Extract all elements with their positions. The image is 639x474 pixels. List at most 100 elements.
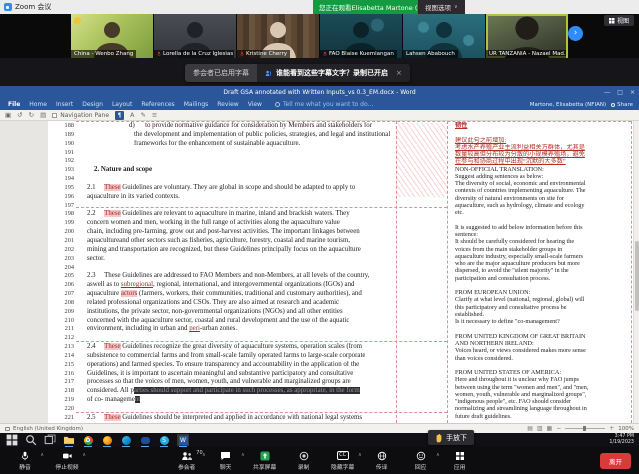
start-button[interactable] — [6, 434, 18, 446]
toolbar-item-participants[interactable]: 参会者70∧ — [174, 451, 200, 471]
edge-icon[interactable] — [120, 434, 132, 446]
view-button[interactable]: 视图 — [604, 15, 634, 26]
print-layout-icon[interactable]: ▥ — [537, 425, 543, 432]
word-titlebar: Draft GSA annotated with Written Inputs_… — [0, 86, 639, 99]
language-status[interactable]: English (United Kingdom) — [5, 426, 83, 432]
doc-line: 194 — [56, 175, 402, 184]
participant-tile[interactable]: Lorella de la Cruz Iglesias — [154, 14, 236, 58]
comment-line: It is suggested to add below information… — [455, 224, 631, 231]
toolbar-item-share-screen[interactable]: 共享屏幕 — [252, 451, 278, 471]
doc-line: 217processes so that the voices of men, … — [56, 378, 402, 387]
comment-line: normalizing and streamlining language th… — [455, 405, 631, 412]
zoom-in-icon[interactable]: + — [609, 425, 614, 432]
chrome-icon[interactable] — [82, 434, 94, 446]
ribbon-tab-view[interactable]: View — [248, 101, 262, 108]
doc-line: 210concerned with the aquaculture sector… — [56, 317, 402, 326]
highlight-tool-button[interactable]: ¶ — [115, 111, 124, 120]
task-view-icon[interactable] — [44, 434, 56, 446]
firefox-icon[interactable] — [101, 434, 113, 446]
comment-line: FROM UNITED KINGDOM OF GREAT BRITAIN — [455, 333, 631, 340]
comment-line: NON-OFFICIAL TRANSLATION: — [455, 166, 631, 173]
pen-icon[interactable]: ✎ — [140, 111, 145, 119]
doc-line-text: 2.1 These Guidelines are voluntary. They… — [87, 184, 355, 193]
minimize-icon[interactable]: ― — [604, 89, 610, 96]
grid-view-icon — [609, 18, 615, 24]
navigation-pane-toggle[interactable]: Navigation Pane — [52, 112, 109, 119]
taskbar-clock[interactable]: 3:47 PM 1/19/2023 — [609, 434, 634, 445]
toolbar-item-record[interactable]: 录制 — [291, 451, 317, 471]
chevron-up-icon[interactable]: ∧ — [82, 452, 86, 458]
doc-line-text: 2.4 These Guidelines recognize the great… — [87, 343, 362, 352]
participant-tile[interactable]: UR TANZANIA - Nazael Mad... — [486, 14, 568, 58]
ribbon-tab-home[interactable]: Home — [29, 101, 47, 108]
participant-tile[interactable]: Lahsen Ababouch — [403, 14, 485, 58]
redo-icon[interactable]: ↻ — [29, 111, 34, 119]
doc-line-text: mining and transportation are recognized… — [87, 246, 361, 255]
toolbar-item-reactions[interactable]: 回应∧ — [408, 451, 434, 471]
onedrive-icon[interactable] — [139, 434, 151, 446]
chevron-up-icon[interactable]: ∧ — [241, 452, 245, 458]
table-border — [447, 121, 448, 423]
search-icon[interactable] — [25, 434, 37, 446]
caption-toast: 参会者已启用字幕 谁能看到这些字幕文字？录制已开启 × — [185, 64, 410, 82]
scrollbar[interactable] — [633, 121, 639, 423]
view-options-dropdown[interactable]: 视图选项 ∨ — [418, 0, 465, 14]
tell-me-box[interactable]: Tell me what you want to do... — [275, 101, 373, 108]
zoom-slider[interactable] — [565, 428, 605, 429]
ribbon-tab-insert[interactable]: Insert — [56, 101, 73, 108]
line-number: 214 — [56, 352, 74, 361]
toolbar-item-globe[interactable]: 传译 — [369, 451, 395, 471]
ribbon-tab-layout[interactable]: Layout — [112, 101, 132, 108]
toolbar-item-apps[interactable]: 应用 — [447, 451, 473, 471]
skype-icon[interactable]: S — [158, 434, 170, 446]
scrollbar-thumb[interactable] — [635, 241, 639, 311]
speaker-person-icon — [265, 70, 272, 77]
toolbar-item-cc[interactable]: CC隐藏字幕∧ — [330, 451, 356, 471]
next-participants-button[interactable]: › — [568, 26, 583, 41]
ribbon-tab-file[interactable]: File — [8, 101, 20, 108]
doc-line-text: institutions, the private sector, non-go… — [87, 308, 343, 317]
toolbar-item-camera[interactable]: 停止视频∧ — [54, 451, 80, 471]
lower-hand-label: 手放下 — [446, 433, 467, 443]
participant-tile[interactable]: FAO Blaise Kuemlangan — [320, 14, 402, 58]
web-layout-icon[interactable]: ▦ — [547, 425, 553, 432]
list-icon[interactable]: ≡ — [152, 111, 157, 119]
chevron-up-icon[interactable]: ∧ — [436, 452, 440, 458]
participant-tile[interactable]: China - Wenbo Zhang — [71, 14, 153, 58]
tell-me-label: Tell me what you want to do... — [283, 101, 373, 108]
read-mode-icon[interactable]: ▤ — [527, 425, 533, 432]
word-icon[interactable]: W — [177, 434, 189, 446]
leave-button[interactable]: 离开 — [600, 453, 631, 469]
maximize-icon[interactable]: □ — [617, 89, 623, 96]
lower-hand-button[interactable]: 手放下 — [428, 430, 474, 445]
toolbar-item-chat[interactable]: 聊天∧ — [213, 451, 239, 471]
chevron-up-icon[interactable]: ∧ — [358, 452, 362, 458]
undo-icon[interactable]: ↺ — [17, 111, 22, 119]
close-icon[interactable]: × — [396, 69, 402, 77]
comment-line: 数量较高但分布较为分散的小规模养殖场，避免 — [455, 151, 631, 158]
document-page[interactable]: 188d) to provide normative guidance for … — [48, 121, 633, 423]
toolbar-item-mic[interactable]: 静音∧ — [12, 451, 38, 471]
zoom-out-icon[interactable]: − — [556, 425, 561, 432]
ribbon-tab-references[interactable]: References — [141, 101, 174, 108]
close-window-icon[interactable]: × — [630, 89, 635, 96]
ribbon-tab-mailings[interactable]: Mailings — [184, 101, 209, 108]
file-explorer-icon[interactable] — [63, 434, 75, 446]
zoom-percent[interactable]: 100% — [618, 426, 634, 432]
ribbon-tab-design[interactable]: Design — [82, 101, 103, 108]
zoom-slider-knob[interactable] — [583, 426, 586, 431]
chevron-up-icon[interactable]: ∧ — [202, 452, 206, 458]
share-button[interactable]: Share — [611, 102, 633, 108]
zoom-toolbar: 静音∧ 停止视频∧ 参会者70∧ 聊天∧ 共享屏幕录制 CC隐藏字幕∧ 传译回应∧ 应用 离… — [0, 447, 639, 474]
lightbulb-icon — [275, 102, 280, 107]
font-icon[interactable]: A — [130, 111, 134, 119]
line-number: 218 — [56, 387, 74, 396]
ribbon-tab-review[interactable]: Review — [217, 101, 238, 108]
doc-line: 202mining and transportation are recogni… — [56, 246, 402, 255]
toolbar-item-label: 录制 — [298, 462, 310, 471]
doc-line: 196aquaculture in its varied contexts. — [56, 193, 402, 202]
chevron-up-icon[interactable]: ∧ — [40, 452, 44, 458]
save-icon[interactable]: ▣ — [5, 111, 11, 119]
participant-tile[interactable]: Kristine Cherry — [237, 14, 319, 58]
clipboard-icon[interactable]: ▤ — [40, 111, 46, 119]
